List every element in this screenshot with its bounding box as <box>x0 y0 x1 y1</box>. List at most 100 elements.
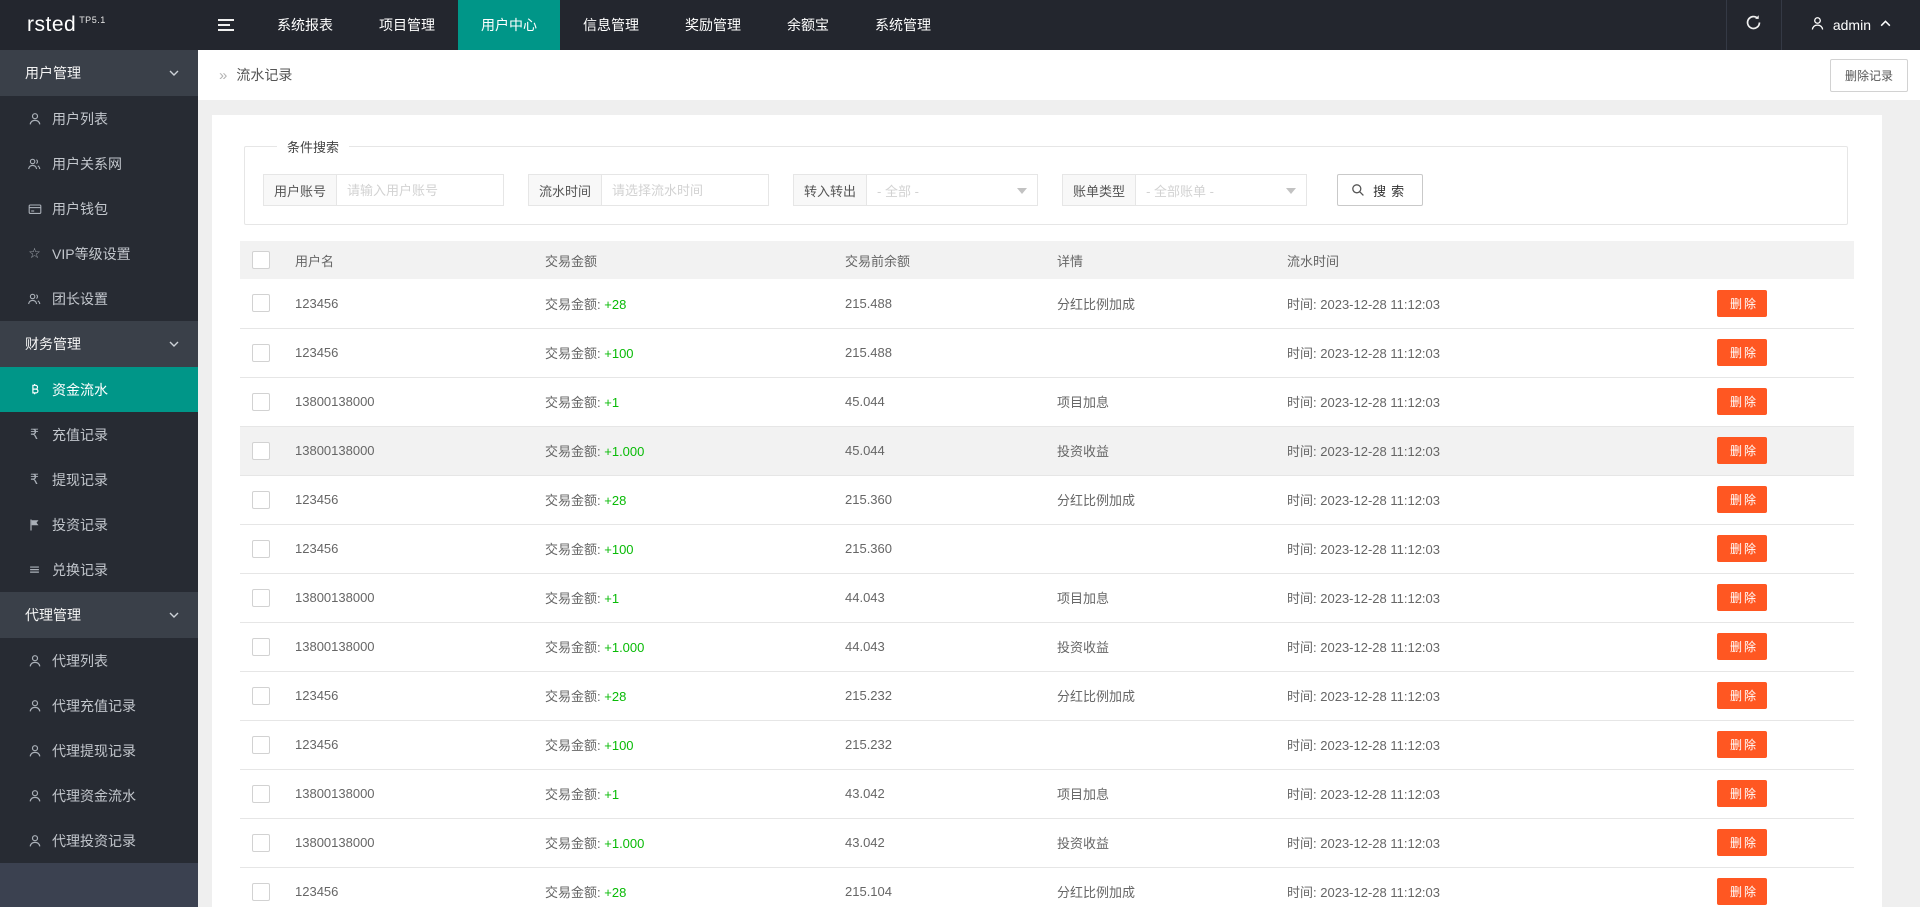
cell-amount: 交易金额: +1 <box>545 377 845 427</box>
nav-item-2[interactable]: 用户中心 <box>458 0 560 50</box>
row-checkbox[interactable] <box>252 833 270 852</box>
flag-icon <box>26 518 43 532</box>
sidebar-item-1-0[interactable]: 资金流水 <box>0 367 198 412</box>
direction-select[interactable]: - 全部 - <box>866 174 1039 206</box>
nav-item-6[interactable]: 系统管理 <box>852 0 954 50</box>
sidebar-item-0-2[interactable]: 用户钱包 <box>0 186 198 231</box>
sidebar-item-2-3[interactable]: 代理资金流水 <box>0 773 198 818</box>
delete-button[interactable]: 删除 <box>1717 829 1767 856</box>
delete-button[interactable]: 删除 <box>1717 780 1767 807</box>
sidebar-item-label: 充值记录 <box>52 426 108 443</box>
sidebar-item-1-2[interactable]: ₹ 提现记录 <box>0 457 198 502</box>
account-input[interactable] <box>336 174 505 206</box>
nav-item-3[interactable]: 信息管理 <box>560 0 662 50</box>
nav-item-4[interactable]: 奖励管理 <box>662 0 764 50</box>
select-all-checkbox[interactable] <box>252 251 270 269</box>
delete-button[interactable]: 删除 <box>1717 535 1767 562</box>
search-fieldset: 条件搜索 用户账号 流水时间 转入转出 - 全部 - <box>244 137 1848 225</box>
sidebar-item-0-4[interactable]: 团长设置 <box>0 276 198 321</box>
wallet-icon <box>26 202 43 216</box>
sidebar-item-2-4[interactable]: 代理投资记录 <box>0 818 198 863</box>
cell-time: 时间: 2023-12-28 11:12:03 <box>1287 671 1699 721</box>
nav-item-0[interactable]: 系统报表 <box>254 0 356 50</box>
row-checkbox[interactable] <box>252 637 270 656</box>
delete-button[interactable]: 删除 <box>1717 486 1767 513</box>
sidebar-item-label: 用户关系网 <box>52 155 122 172</box>
delete-button[interactable]: 删除 <box>1717 682 1767 709</box>
delete-records-button[interactable]: 删除记录 <box>1829 58 1908 92</box>
table-row: 13800138000 交易金额: +1 43.042 项目加息 时间: 2023-12… <box>240 769 1854 819</box>
row-checkbox[interactable] <box>252 882 270 901</box>
row-checkbox[interactable] <box>252 735 270 754</box>
table-row: 123456 交易金额: +28 215.104 分红比例加成 时间: 2023-12-… <box>240 867 1854 907</box>
sidebar-section-header-2[interactable]: 代理管理 <box>0 592 198 638</box>
delete-button[interactable]: 删除 <box>1717 388 1767 415</box>
sidebar-item-1-4[interactable]: ≡ 兑换记录 <box>0 547 198 592</box>
row-checkbox[interactable] <box>252 588 270 607</box>
delete-button[interactable]: 删除 <box>1717 731 1767 758</box>
cell-username: 13800138000 <box>295 377 545 427</box>
sidebar-item-2-1[interactable]: 代理充值记录 <box>0 683 198 728</box>
table-row: 123456 交易金额: +100 215.488 时间: 2023-12-28 11… <box>240 328 1854 378</box>
user-menu[interactable]: admin <box>1782 0 1920 50</box>
sidebar-item-0-1[interactable]: 用户关系网 <box>0 141 198 186</box>
time-input[interactable] <box>601 174 770 206</box>
search-form: 用户账号 流水时间 转入转出 - 全部 - <box>263 174 1829 206</box>
user-icon <box>26 112 43 126</box>
users-icon <box>26 157 43 171</box>
search-button[interactable]: 搜索 <box>1337 174 1424 206</box>
row-checkbox[interactable] <box>252 784 270 803</box>
delete-button[interactable]: 删除 <box>1717 437 1767 464</box>
sidebar-section-header-1[interactable]: 财务管理 <box>0 321 198 367</box>
row-checkbox[interactable] <box>252 294 270 313</box>
delete-button[interactable]: 删除 <box>1717 633 1767 660</box>
header-amount: 交易金额 <box>545 241 845 279</box>
sidebar-item-label: 代理资金流水 <box>52 787 136 804</box>
cell-amount: 交易金额: +1.000 <box>545 622 845 672</box>
user-icon <box>26 744 43 758</box>
content-area: 条件搜索 用户账号 流水时间 转入转出 - 全部 - <box>198 100 1920 907</box>
refresh-button[interactable] <box>1725 0 1782 50</box>
delete-button[interactable]: 删除 <box>1717 339 1767 366</box>
bill-type-select-value: - 全部账单 - <box>1146 183 1214 199</box>
row-checkbox[interactable] <box>252 441 270 460</box>
cell-username: 13800138000 <box>295 622 545 672</box>
rupee-icon: ₹ <box>30 471 39 488</box>
delete-button[interactable]: 删除 <box>1717 584 1767 611</box>
bill-type-select[interactable]: - 全部账单 - <box>1135 174 1308 206</box>
sidebar-item-1-1[interactable]: ₹ 充值记录 <box>0 412 198 457</box>
row-checkbox[interactable] <box>252 686 270 705</box>
direction-select-value: - 全部 - <box>877 183 919 199</box>
cell-detail: 分红比例加成 <box>1057 867 1287 907</box>
cell-time: 时间: 2023-12-28 11:12:03 <box>1287 524 1699 574</box>
sidebar-item-2-2[interactable]: 代理提现记录 <box>0 728 198 773</box>
breadcrumb: » 流水记录 删除记录 <box>198 50 1920 100</box>
cell-amount: 交易金额: +1 <box>545 573 845 623</box>
sidebar-item-1-3[interactable]: 投资记录 <box>0 502 198 547</box>
cell-balance: 215.360 <box>845 475 1057 525</box>
header-time: 流水时间 <box>1287 241 1699 279</box>
row-checkbox[interactable] <box>252 490 270 509</box>
row-checkbox[interactable] <box>252 343 270 362</box>
cell-balance: 215.104 <box>845 867 1057 907</box>
sidebar-item-0-0[interactable]: 用户列表 <box>0 96 198 141</box>
sidebar-toggle-button[interactable] <box>198 0 254 50</box>
row-checkbox[interactable] <box>252 539 270 558</box>
delete-button[interactable]: 删除 <box>1717 289 1767 317</box>
sidebar-item-0-3[interactable]: ☆ VIP等级设置 <box>0 231 198 276</box>
row-checkbox[interactable] <box>252 392 270 411</box>
delete-button[interactable]: 删除 <box>1717 878 1767 905</box>
sidebar-section-header-0[interactable]: 用户管理 <box>0 50 198 96</box>
cell-detail <box>1057 720 1287 770</box>
sidebar-item-label: 代理充值记录 <box>52 697 136 714</box>
nav-item-5[interactable]: 余额宝 <box>764 0 852 50</box>
sidebar-item-2-0[interactable]: 代理列表 <box>0 638 198 683</box>
user-icon <box>26 699 43 713</box>
sidebar-item-label: 用户列表 <box>52 110 108 127</box>
nav-item-1[interactable]: 项目管理 <box>356 0 458 50</box>
search-legend: 条件搜索 <box>287 140 340 155</box>
search-button-label: 搜索 <box>1373 183 1410 199</box>
cell-detail: 投资收益 <box>1057 426 1287 476</box>
cell-detail: 分红比例加成 <box>1057 671 1287 721</box>
direction-label: 转入转出 <box>793 174 867 206</box>
